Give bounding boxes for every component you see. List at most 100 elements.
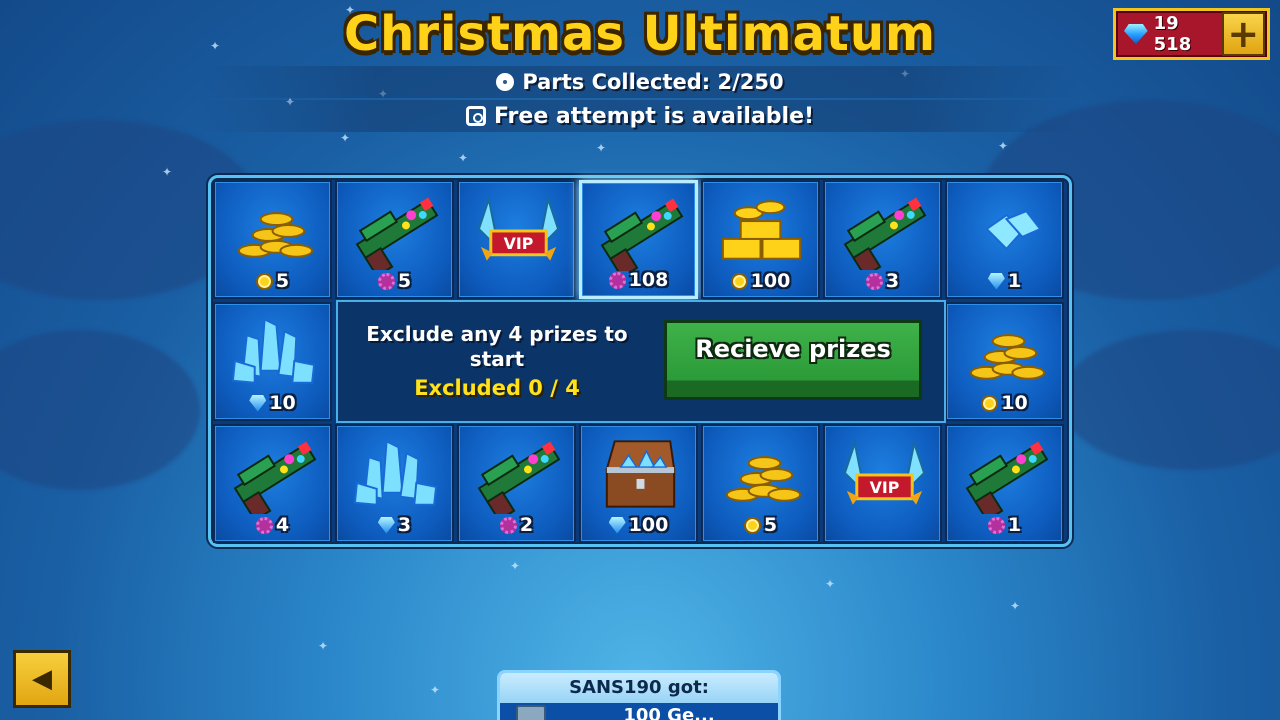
gear-icon: [377, 272, 395, 290]
gold-coins-icon: [957, 310, 1056, 392]
vip-badge-icon: VIP: [835, 432, 934, 514]
prize-thumbnail: [516, 705, 546, 720]
gold-coins-icon: [225, 188, 324, 270]
ticket-icon: [465, 106, 486, 126]
prize-cell[interactable]: 10: [945, 302, 1064, 421]
prize-amount-value: 3: [885, 270, 900, 292]
add-gems-button[interactable]: +: [1221, 12, 1265, 56]
prize-cell[interactable]: 5: [335, 180, 454, 299]
gem-icon: [608, 516, 626, 534]
prize-amount-value: 3: [397, 514, 412, 536]
prize-amount-value: 5: [763, 514, 778, 536]
prize-amount-value: 4: [275, 514, 290, 536]
prize-cell[interactable]: 10: [213, 302, 332, 421]
winner-feed-header: SANS190 got:: [500, 673, 778, 703]
gem-crystals-icon: [225, 310, 324, 392]
prize-amount: 100: [703, 270, 818, 292]
prize-amount: 1: [947, 514, 1062, 536]
gear-icon: [865, 272, 883, 290]
prize-amount: 2: [459, 514, 574, 536]
prize-cell[interactable]: 2: [457, 424, 576, 543]
festive-gun-icon: [592, 189, 691, 279]
prize-cell[interactable]: 4: [213, 424, 332, 543]
gear-icon: [255, 516, 273, 534]
prize-amount-value: 108: [628, 269, 669, 291]
gold-coins-icon: [713, 432, 812, 514]
gold-bars-icon: [713, 188, 812, 270]
gem-small-icon: [957, 188, 1056, 270]
prize-amount: 3: [825, 270, 940, 292]
exclude-instructions: Exclude any 4 prizes to start: [346, 322, 648, 372]
snowflake-icon: ✦: [318, 639, 329, 653]
prize-amount-value: 5: [275, 270, 290, 292]
free-attempt-bar: Free attempt is available!: [200, 100, 1080, 132]
prize-amount: 1: [947, 270, 1062, 292]
prize-cell[interactable]: 100: [701, 180, 820, 299]
festive-gun-icon: [835, 188, 934, 278]
prize-amount: 10: [947, 392, 1062, 414]
prize-board: 5 5 VIP 108 100 3 1 10 10 4 3 2 100 5 VIP 1 Exclude any…: [208, 175, 1072, 547]
gem-icon: [377, 516, 395, 534]
prize-cell[interactable]: 1: [945, 180, 1064, 299]
coin-icon: [730, 272, 748, 290]
snowflake-icon: ✦: [825, 577, 836, 591]
prize-amount: 3: [337, 514, 452, 536]
back-button[interactable]: ◀: [13, 650, 71, 708]
coin-icon: [743, 516, 761, 534]
coin-icon: [255, 272, 273, 290]
exclude-panel: Exclude any 4 prizes to start Excluded 0…: [336, 300, 946, 423]
gem-icon: [987, 272, 1005, 290]
prize-cell[interactable]: VIP: [457, 180, 576, 299]
coin-icon: [981, 394, 999, 412]
prize-amount-value: 100: [628, 514, 669, 536]
receive-prizes-button[interactable]: Recieve prizes: [664, 320, 922, 400]
exclude-line-1: Exclude any 4 prizes to: [366, 322, 628, 346]
gear-icon: [987, 516, 1005, 534]
plus-icon: +: [1227, 12, 1260, 56]
prize-amount-value: 10: [1001, 392, 1028, 414]
prize-cell[interactable]: 1: [945, 424, 1064, 543]
festive-gun-icon: [469, 432, 568, 522]
gear-icon: [496, 73, 515, 91]
treasure-chest-icon: [591, 432, 690, 514]
gem-icon: [1124, 24, 1148, 44]
free-attempt-text: Free attempt is available!: [493, 103, 815, 129]
gem-crystals-icon: [347, 432, 446, 514]
gear-icon: [608, 271, 626, 289]
snowflake-icon: ✦: [1010, 599, 1021, 613]
svg-text:VIP: VIP: [870, 478, 900, 497]
snowflake-icon: ✦: [430, 683, 441, 697]
snowflake-icon: ✦: [458, 151, 469, 165]
prize-amount: 5: [337, 270, 452, 292]
prize-amount-value: 10: [269, 392, 296, 414]
snowflake-icon: ✦: [998, 139, 1009, 153]
vip-badge-icon: VIP: [469, 188, 568, 270]
prize-amount: 5: [703, 514, 818, 536]
gem-icon: [249, 394, 267, 412]
back-arrow-icon: ◀: [32, 664, 52, 694]
background-cloud: [1060, 330, 1280, 470]
prize-cell[interactable]: 3: [823, 180, 942, 299]
prize-amount: 108: [582, 269, 695, 291]
event-title: Christmas Ultimatum: [343, 6, 937, 62]
prize-cell[interactable]: 3: [335, 424, 454, 543]
prize-cell[interactable]: 5: [701, 424, 820, 543]
gem-balance-value: 19 518: [1153, 13, 1192, 55]
festive-gun-icon: [225, 432, 324, 522]
prize-amount: 4: [215, 514, 330, 536]
snowflake-icon: ✦: [340, 131, 351, 145]
prize-cell[interactable]: 100: [579, 424, 698, 543]
gem-balance: 19 518 +: [1113, 8, 1270, 60]
snowflake-icon: ✦: [596, 141, 607, 155]
gear-icon: [499, 516, 517, 534]
prize-cell[interactable]: VIP: [823, 424, 942, 543]
parts-collected-bar: Parts Collected: 2/250: [200, 66, 1080, 98]
svg-text:VIP: VIP: [504, 234, 534, 253]
winner-feed: SANS190 got: 100 Ge...: [497, 670, 781, 720]
prize-cell[interactable]: 5: [213, 180, 332, 299]
prize-amount-value: 100: [750, 270, 791, 292]
prize-amount-value: 5: [397, 270, 412, 292]
excluded-count: Excluded 0 / 4: [414, 376, 580, 400]
prize-amount-value: 1: [1007, 514, 1022, 536]
prize-cell[interactable]: 108: [579, 180, 698, 299]
